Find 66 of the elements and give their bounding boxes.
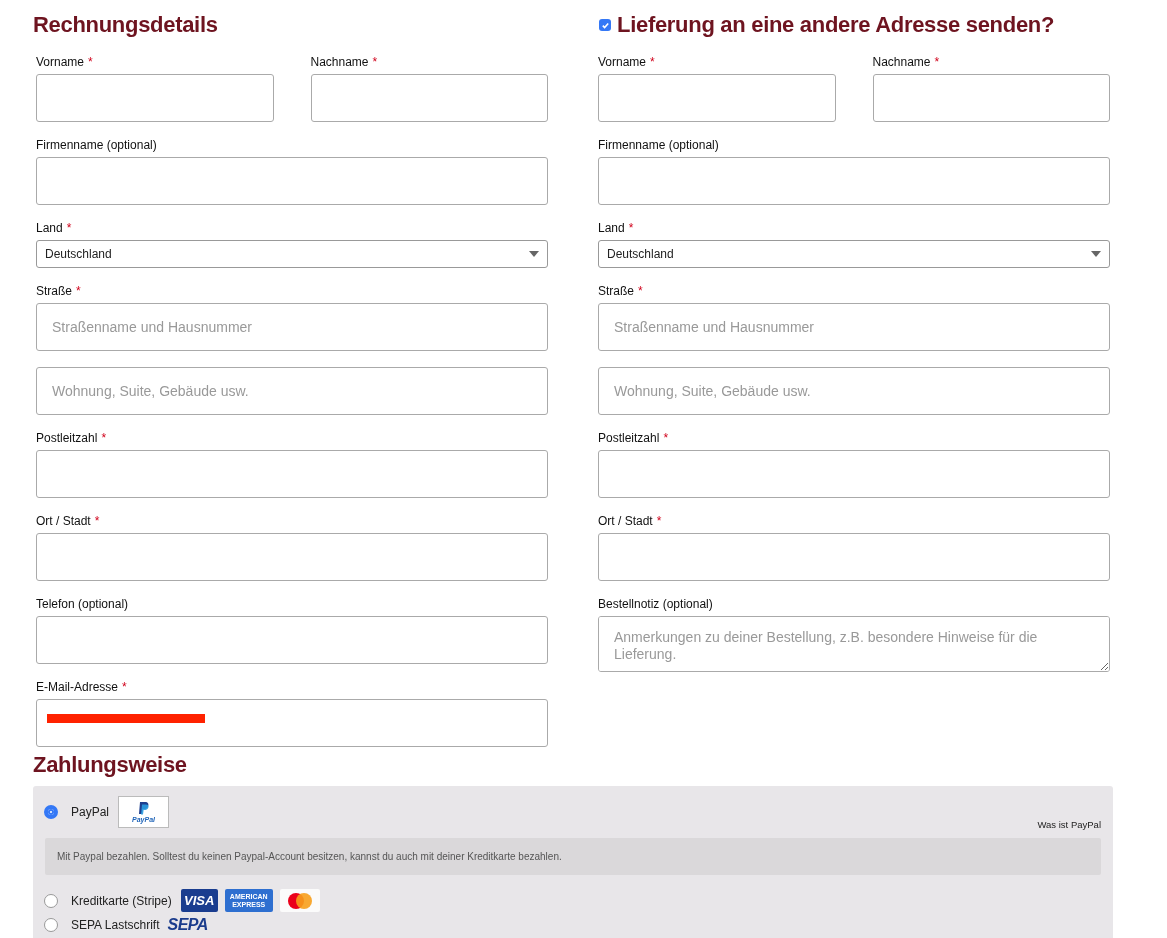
text-field[interactable] [598,533,1110,581]
text-field[interactable] [36,74,274,122]
section-heading: Zahlungsweise [33,752,188,778]
section-heading: Rechnungsdetails [33,12,218,38]
text-field[interactable]: Straßenname und Hausnummer [36,303,548,351]
required-mark: * [663,431,669,445]
caret-icon [529,251,539,257]
payment-description: Mit Paypal bezahlen. Solltest du keinen Paypal-Account besitzen, kannst du auch mit deiner Kreditkarte bezahlen. [45,838,1101,875]
info-link[interactable]: Was ist PayPal [1037,819,1101,830]
caret-icon [1091,251,1101,257]
field-label: Straße [36,284,72,298]
text-field[interactable] [310,74,548,122]
country-select[interactable]: Deutschland [36,240,548,268]
field-label: Firmenname (optional) [36,138,157,152]
text-field[interactable] [598,157,1110,205]
required-mark: * [934,55,940,69]
payment-method-label[interactable]: Kreditkarte (Stripe) [71,893,172,908]
field-label: Ort / Stadt [36,514,91,528]
note-field[interactable]: Anmerkungen zu deiner Bestellung, z.B. besondere Hinweise für die Lieferung. [598,616,1110,672]
text-field[interactable] [36,533,548,581]
field-label: Nachname [310,55,369,69]
section-heading: Lieferung an eine andere Adresse senden? [617,12,1055,38]
required-mark: * [638,284,643,298]
card-logo [279,889,320,912]
field-label: Vorname [598,55,647,69]
payment-method-label[interactable]: PayPal [71,805,110,819]
required-mark: * [76,284,81,298]
field-label: Nachname [872,55,931,69]
field-label: Ort / Stadt [598,514,653,528]
required-mark: * [101,431,107,445]
required-mark: * [372,55,378,69]
sepa-logo: SEPA [167,916,208,934]
field-label: Firmenname (optional) [598,138,719,152]
field-label: Land [36,221,63,235]
text-field[interactable]: Straßenname und Hausnummer [598,303,1110,351]
visa-logo: VISA [180,889,218,912]
required-mark: * [656,514,662,528]
radio-button[interactable] [44,893,58,908]
field-label: Straße [598,284,634,298]
field-label: Postleitzahl [36,431,98,445]
text-field[interactable] [598,450,1110,498]
field-label: Telefon (optional) [36,597,129,611]
field-label: Postleitzahl [598,431,660,445]
field-label: E-Mail-Adresse [36,680,119,694]
radio-button[interactable] [44,805,58,819]
required-mark: * [122,680,127,694]
required-mark: * [88,55,93,69]
text-field[interactable] [598,74,836,122]
payment-method-label[interactable]: SEPA Lastschrift [71,918,160,932]
text-field[interactable] [36,450,548,498]
radio-button[interactable] [44,918,58,932]
text-field[interactable] [36,616,548,664]
required-mark: * [650,55,655,69]
text-field[interactable]: Wohnung, Suite, Gebäude usw. [36,367,548,415]
checkbox[interactable] [599,19,611,31]
required-mark: * [628,221,634,235]
required-mark: * [94,514,100,528]
required-mark: * [66,221,72,235]
field-label: Vorname [36,55,85,69]
field-label: Bestellnotiz (optional) [598,597,713,611]
text-field[interactable] [872,74,1110,122]
text-field[interactable]: Wohnung, Suite, Gebäude usw. [598,367,1110,415]
country-select[interactable]: Deutschland [598,240,1110,268]
text-field[interactable] [36,699,548,747]
field-label: Land [598,221,625,235]
text-field[interactable] [36,157,548,205]
